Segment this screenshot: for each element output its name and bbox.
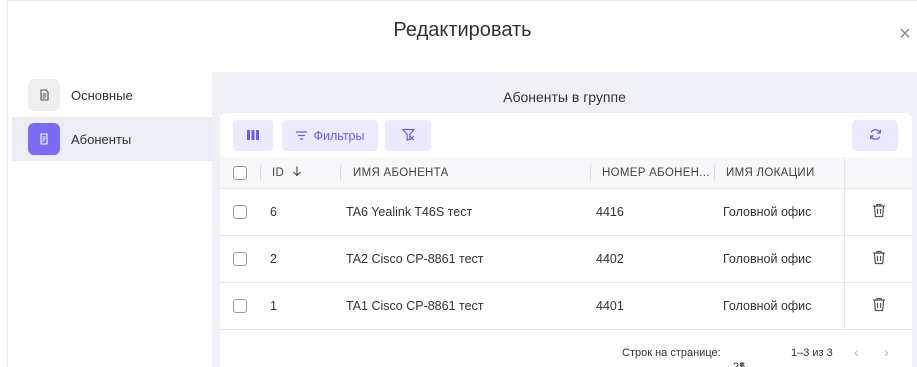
trash-icon — [872, 297, 886, 315]
table-row[interactable]: 6 TA6 Yealink T46S тест 4416 Головной оф… — [220, 189, 912, 236]
rows-per-page-label: Строк на странице: — [622, 347, 721, 359]
prev-page-icon[interactable]: ‹ — [854, 344, 859, 360]
refresh-button[interactable] — [852, 120, 898, 151]
subscribers-panel: Абоненты в группе Фильтры ID ИМЯ АБОНЕНТ… — [212, 72, 917, 367]
sidebar-item-main[interactable]: Основные — [12, 73, 212, 117]
column-header-location[interactable]: ИМЯ ЛОКАЦИИ — [726, 157, 815, 189]
table-card: Фильтры ID ИМЯ АБОНЕНТА НОМЕР АБОНЕН... … — [220, 113, 912, 367]
select-all-checkbox[interactable] — [233, 157, 247, 189]
filter-off-icon — [401, 128, 415, 144]
row-checkbox[interactable] — [233, 283, 247, 329]
trash-icon — [872, 203, 886, 221]
delete-button[interactable] — [844, 283, 912, 329]
cell-location: Головной офис — [723, 299, 812, 313]
column-header-actions — [844, 157, 912, 189]
delete-button[interactable] — [844, 236, 912, 282]
columns-button[interactable] — [233, 120, 273, 151]
row-checkbox[interactable] — [233, 236, 247, 282]
cell-number: 4401 — [596, 299, 624, 313]
panel-title: Абоненты в группе — [503, 89, 626, 105]
cell-name: TA1 Cisco CP-8861 тест — [346, 299, 484, 313]
sidebar-item-subscribers[interactable]: Абоненты — [12, 117, 212, 161]
cell-location: Головной офис — [723, 252, 812, 266]
table-header: ID ИМЯ АБОНЕНТА НОМЕР АБОНЕН... ИМЯ ЛОКА… — [220, 157, 912, 189]
cell-number: 4402 — [596, 252, 624, 266]
cell-id: 1 — [270, 299, 277, 313]
filters-label: Фильтры — [313, 128, 365, 143]
caret-down-icon: ▼ — [738, 361, 746, 367]
filters-button[interactable]: Фильтры — [282, 120, 378, 151]
column-header-number[interactable]: НОМЕР АБОНЕН... — [602, 157, 710, 189]
column-header-id-label: ID — [272, 167, 285, 179]
dialog-title: Редактировать — [393, 19, 532, 41]
page-range: 1–3 из 3 — [791, 347, 833, 359]
table-row[interactable]: 1 TA1 Cisco CP-8861 тест 4401 Головной о… — [220, 283, 912, 330]
filter-lines-icon — [295, 128, 307, 143]
refresh-icon — [869, 128, 882, 144]
pagination: Строк на странице: 25 ▼ 1–3 из 3 ‹ › — [220, 333, 912, 367]
sort-down-icon — [292, 166, 302, 180]
sidebar: Основные Абоненты — [12, 73, 212, 161]
column-header-name[interactable]: ИМЯ АБОНЕНТА — [353, 157, 449, 189]
cell-name: TA6 Yealink T46S тест — [346, 205, 473, 219]
document-icon — [28, 123, 60, 155]
columns-icon — [247, 129, 259, 143]
table-row[interactable]: 2 TA2 Cisco CP-8861 тест 4402 Головной о… — [220, 236, 912, 283]
trash-icon — [872, 250, 886, 268]
cell-location: Головной офис — [723, 205, 812, 219]
close-icon[interactable]: × — [896, 24, 914, 44]
delete-button[interactable] — [844, 189, 912, 235]
cell-id: 6 — [270, 205, 277, 219]
column-header-id[interactable]: ID — [272, 157, 302, 189]
cell-name: TA2 Cisco CP-8861 тест — [346, 252, 484, 266]
sidebar-item-label: Основные — [71, 87, 133, 103]
next-page-icon[interactable]: › — [884, 344, 889, 360]
edit-dialog: Редактировать × Основные Абоненты Абонен… — [7, 0, 917, 367]
cell-number: 4416 — [596, 205, 624, 219]
row-checkbox[interactable] — [233, 189, 247, 235]
cell-id: 2 — [270, 252, 277, 266]
sidebar-item-label: Абоненты — [71, 131, 132, 147]
clear-filters-button[interactable] — [385, 120, 431, 151]
document-icon — [28, 79, 60, 111]
